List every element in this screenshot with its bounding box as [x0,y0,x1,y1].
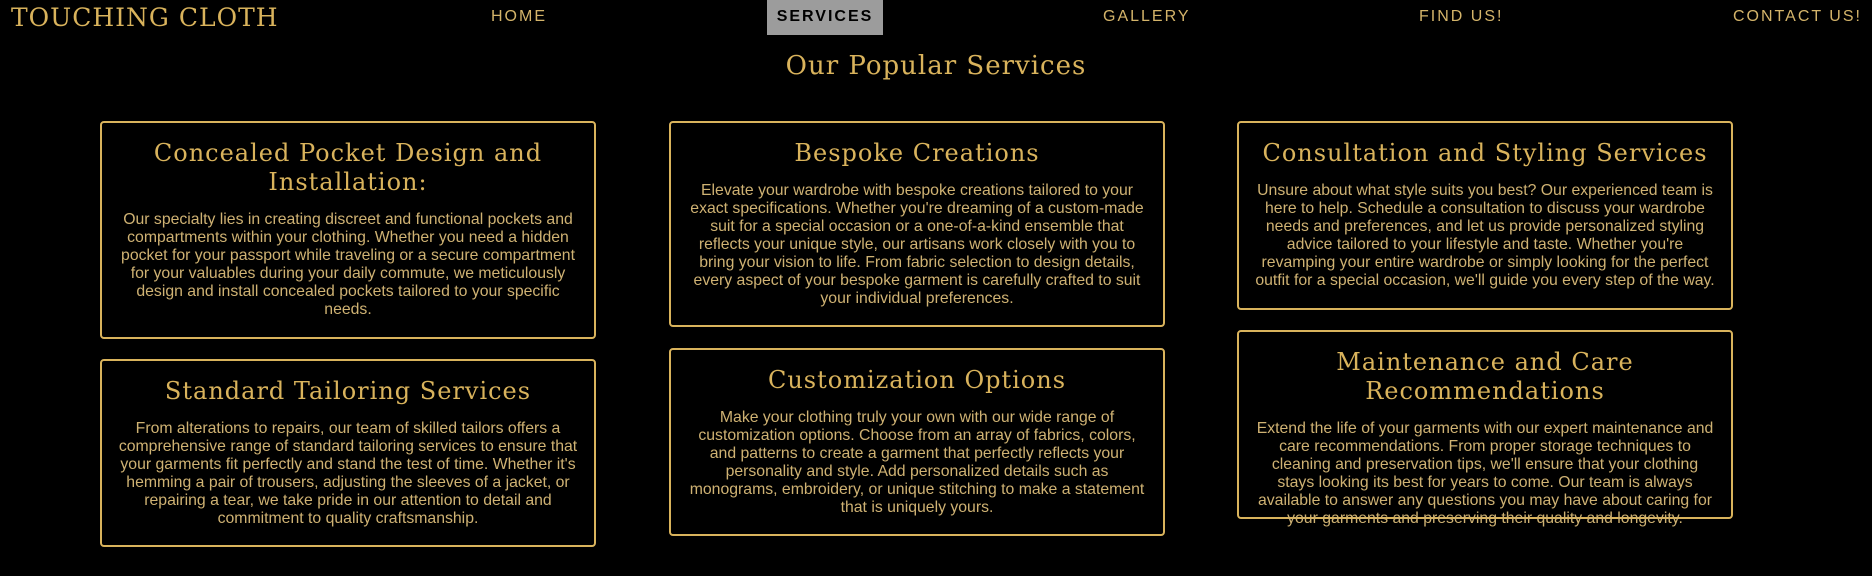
service-card-standard-tailoring: Standard Tailoring Services From alterat… [100,359,596,547]
nav-home[interactable]: HOME [491,0,547,35]
nav-gallery[interactable]: GALLERY [1103,0,1191,35]
service-card-text: Make your clothing truly your own with o… [689,409,1145,516]
service-card-text: Unsure about what style suits you best? … [1255,182,1715,289]
service-card-text: From alterations to repairs, our team of… [118,420,578,527]
site-logo[interactable]: TOUCHING CLOTH [11,3,279,32]
service-card-maintenance-care: Maintenance and Care Recommendations Ext… [1237,330,1733,527]
service-card-consultation-styling: Consultation and Styling Services Unsure… [1237,121,1733,310]
service-card-concealed-pocket: Concealed Pocket Design and Installation… [100,121,596,339]
service-card-title: Customization Options [767,366,1067,394]
service-card-title: Concealed Pocket Design and Installation… [153,139,543,196]
nav-services[interactable]: SERVICES [767,0,883,35]
service-card-customization-options: Customization Options Make your clothing… [669,348,1165,536]
service-card-text: Extend the life of your garments with ou… [1256,420,1714,527]
service-card-title: Maintenance and Care Recommendations [1336,348,1634,405]
nav-find-us[interactable]: FIND US! [1419,0,1503,35]
service-card-text: Our specialty lies in creating discreet … [121,211,575,318]
nav-contact-us[interactable]: CONTACT US! [1733,0,1862,35]
page-title: Our Popular Services [785,51,1087,81]
service-card-bespoke-creations: Bespoke Creations Elevate your wardrobe … [669,121,1165,327]
service-card-title: Standard Tailoring Services [164,377,532,405]
service-card-title: Consultation and Styling Services [1262,139,1708,167]
service-card-text: Elevate your wardrobe with bespoke creat… [690,182,1144,307]
service-card-title: Bespoke Creations [794,139,1040,167]
